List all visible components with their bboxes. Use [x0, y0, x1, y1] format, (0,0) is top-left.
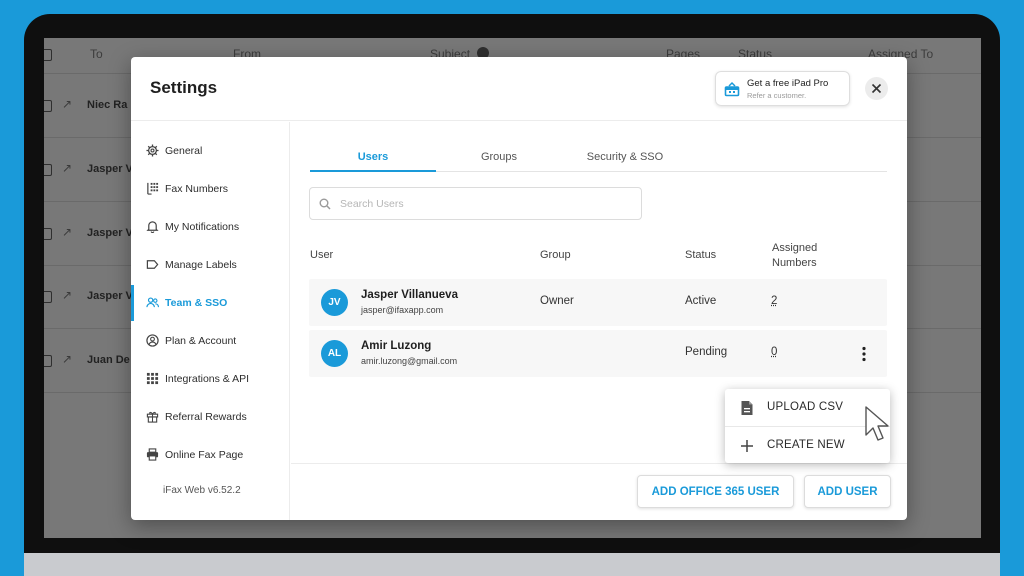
column-header-assigned-line2: Numbers [772, 257, 817, 269]
arrow-icon: ↗ [62, 161, 73, 175]
close-icon [871, 83, 882, 94]
user-email: jasper@ifaxapp.com [361, 305, 444, 315]
sidebar-item-team-sso[interactable]: Team & SSO [131, 285, 290, 321]
sidebar-item-label: General [165, 145, 203, 157]
user-status: Pending [685, 346, 728, 358]
sidebar-item-label: Plan & Account [165, 335, 237, 347]
search-icon [319, 198, 331, 210]
sidebar-item-referral-rewards[interactable]: Referral Rewards [131, 399, 290, 435]
sidebar-item-label: Referral Rewards [165, 411, 247, 423]
sidebar-item-my-notifications[interactable]: My Notifications [131, 209, 290, 245]
sidebar-item-fax-numbers[interactable]: Fax Numbers [131, 171, 290, 207]
tab-security-sso[interactable]: Security & SSO [562, 151, 688, 163]
select-all-checkbox [44, 49, 52, 61]
sidebar-item-online-fax-page[interactable]: Online Fax Page [131, 437, 290, 473]
menu-item-label: CREATE NEW [767, 439, 845, 451]
row-recipient: Niec Ra [87, 99, 128, 111]
user-email: amir.luzong@gmail.com [361, 356, 458, 366]
row-checkbox [44, 228, 52, 240]
user-status: Active [685, 295, 717, 307]
document-icon [741, 401, 753, 415]
sidebar-item-plan-account[interactable]: Plan & Account [131, 323, 290, 359]
sidebar-item-label: My Notifications [165, 221, 240, 233]
menu-item-label: UPLOAD CSV [767, 401, 844, 413]
tab-users[interactable]: Users [310, 151, 436, 163]
column-header-user: User [310, 249, 334, 261]
assigned-numbers-link[interactable]: 2 [771, 295, 777, 307]
laptop-base [24, 553, 1000, 576]
mouse-cursor-icon [865, 406, 889, 441]
more-options-icon[interactable] [858, 345, 870, 363]
search-box[interactable] [309, 187, 642, 220]
avatar: AL [321, 340, 348, 367]
assigned-numbers-link[interactable]: 0 [771, 346, 777, 358]
row-recipient: Jasper V [87, 227, 133, 239]
row-checkbox [44, 291, 52, 303]
referral-promo-button[interactable]: Get a free iPad Pro Refer a customer. [715, 71, 850, 106]
sidebar-item-label: Team & SSO [165, 297, 228, 309]
fax-keypad-icon [147, 182, 159, 195]
add-user-button[interactable]: ADD USER [804, 475, 891, 508]
gift-icon [724, 81, 740, 97]
arrow-icon: ↗ [62, 225, 73, 239]
user-name: Amir Luzong [361, 340, 432, 352]
active-tab-indicator [310, 170, 436, 172]
table-row-jasper[interactable]: JV Jasper Villanueva jasper@ifaxapp.com … [309, 279, 887, 326]
modal-header: Settings Get a free iPad Pro Refer a cus… [131, 57, 907, 121]
arrow-icon: ↗ [62, 97, 73, 111]
gear-icon [146, 144, 159, 157]
printer-icon [146, 448, 159, 461]
app-version: iFax Web v6.52.2 [163, 485, 241, 496]
sidebar-item-general[interactable]: General [131, 133, 290, 169]
avatar: JV [321, 289, 348, 316]
promo-title: Get a free iPad Pro [747, 78, 829, 89]
sidebar-item-label: Online Fax Page [165, 449, 244, 461]
gift-icon [146, 411, 159, 423]
column-header-group: Group [540, 249, 571, 261]
bell-icon [146, 221, 159, 233]
tab-groups[interactable]: Groups [436, 151, 562, 163]
sidebar-item-integrations-api[interactable]: Integrations & API [131, 361, 290, 397]
add-office-365-user-button[interactable]: ADD OFFICE 365 USER [637, 475, 794, 508]
settings-sidebar: General Fax Numbers My Notifications Man… [131, 122, 290, 520]
sidebar-item-manage-labels[interactable]: Manage Labels [131, 247, 290, 283]
account-icon [146, 334, 159, 347]
search-input[interactable] [340, 195, 630, 213]
row-recipient: Jasper V [87, 290, 133, 302]
column-header-status: Status [685, 249, 717, 261]
row-checkbox [44, 355, 52, 367]
modal-title: Settings [150, 78, 218, 97]
grid-icon [146, 372, 159, 385]
column-header-to: To [90, 47, 103, 61]
arrow-icon: ↗ [62, 352, 73, 366]
column-header-assigned-line1: Assigned [772, 242, 818, 254]
arrow-icon: ↗ [62, 288, 73, 302]
promo-subtitle: Refer a customer. [747, 91, 807, 100]
row-checkbox [44, 164, 52, 176]
row-recipient: Juan De [87, 354, 130, 366]
row-recipient: Jasper V [87, 163, 133, 175]
user-name: Jasper Villanueva [361, 289, 458, 301]
sidebar-item-label: Fax Numbers [165, 183, 229, 195]
sidebar-item-label: Integrations & API [165, 373, 250, 385]
close-button[interactable] [865, 77, 888, 100]
table-row-amir[interactable]: AL Amir Luzong amir.luzong@gmail.com Pen… [309, 330, 887, 377]
row-checkbox [44, 100, 52, 112]
team-icon [146, 297, 159, 308]
plus-icon [741, 440, 753, 452]
label-icon [146, 260, 159, 269]
user-group: Owner [540, 295, 574, 307]
sidebar-item-label: Manage Labels [165, 259, 237, 271]
